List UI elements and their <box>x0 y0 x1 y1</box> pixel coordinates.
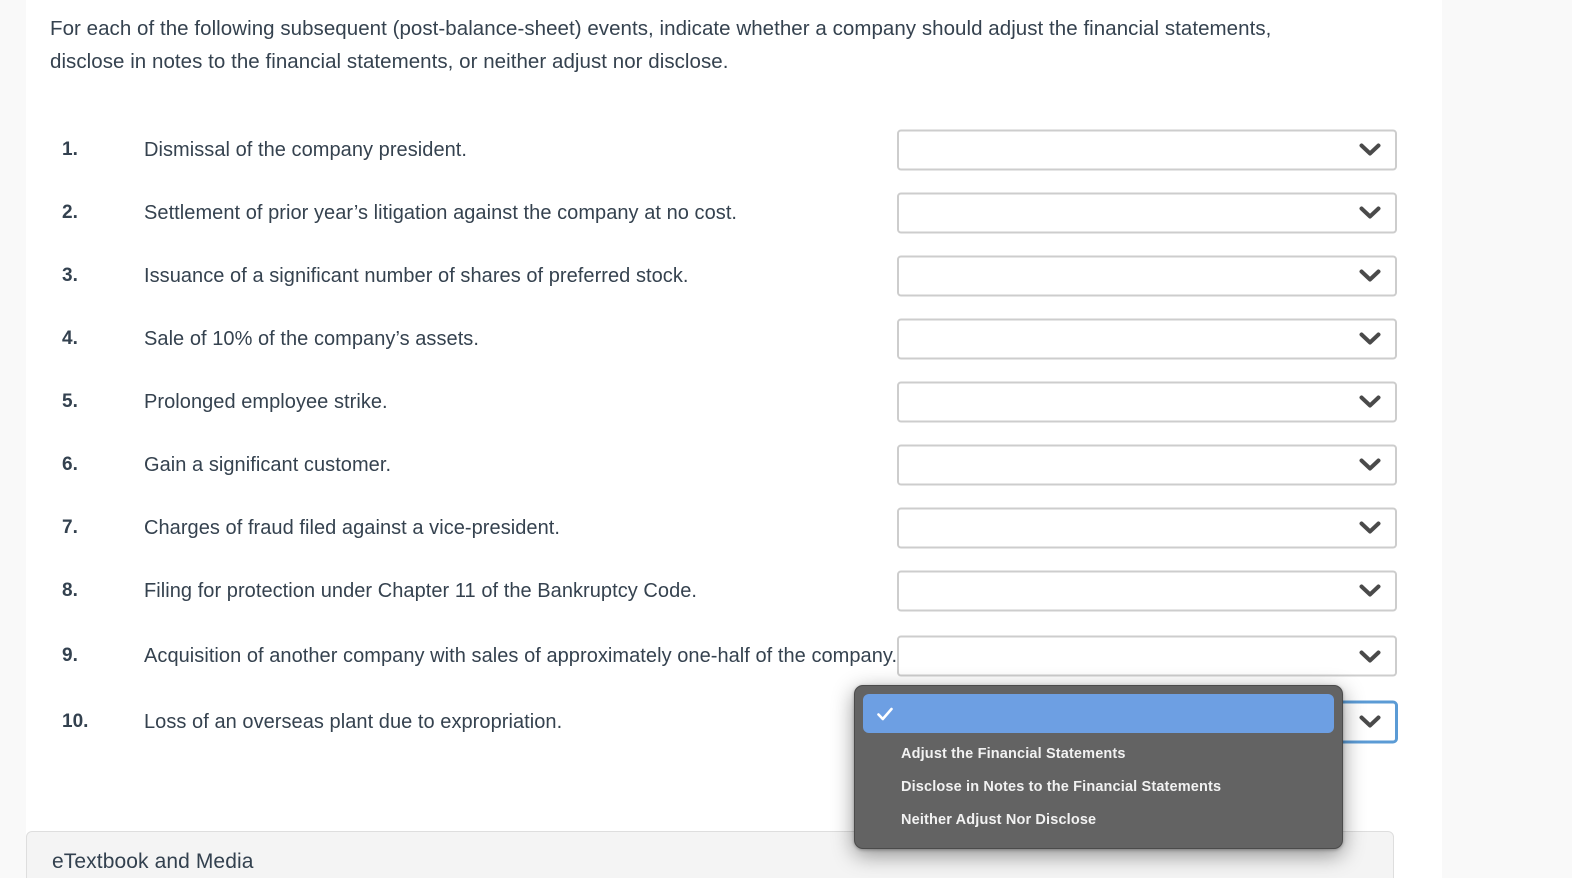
question-number: 2. <box>62 201 78 223</box>
question-text: Acquisition of another company with sale… <box>144 645 898 667</box>
checkmark-icon <box>875 704 895 724</box>
answer-select-5[interactable] <box>897 381 1397 422</box>
question-number: 8. <box>62 579 78 601</box>
chevron-down-icon <box>1359 458 1381 472</box>
instructions-paragraph: For each of the following subsequent (po… <box>50 17 1272 73</box>
answer-dropdown-menu[interactable]: Adjust the Financial Statements Disclose… <box>854 685 1343 849</box>
chevron-down-icon <box>1359 206 1381 220</box>
question-row: 3. Issuance of a significant number of s… <box>26 244 1442 307</box>
answer-select-8[interactable] <box>897 570 1397 611</box>
question-row: 7. Charges of fraud filed against a vice… <box>26 496 1442 559</box>
chevron-down-icon <box>1359 521 1381 535</box>
answer-select-7[interactable] <box>897 507 1397 548</box>
question-list: 1. Dismissal of the company president. 2… <box>26 118 1442 753</box>
answer-select-9[interactable] <box>897 635 1397 677</box>
question-text: Prolonged employee strike. <box>144 390 388 413</box>
answer-select-3[interactable] <box>897 255 1397 296</box>
chevron-down-icon <box>1359 269 1381 283</box>
question-text: Gain a significant customer. <box>144 453 392 476</box>
question-number: 6. <box>62 453 78 475</box>
question-row: 6. Gain a significant customer. <box>26 433 1442 496</box>
dropdown-option-disclose[interactable]: Disclose in Notes to the Financial State… <box>855 772 1342 803</box>
question-text: Loss of an overseas plant due to expropr… <box>144 710 563 733</box>
chevron-down-icon <box>1359 649 1381 663</box>
question-row: 9. Acquisition of another company with s… <box>26 622 1442 690</box>
question-text: Filing for protection under Chapter 11 o… <box>144 579 698 602</box>
question-text: Sale of 10% of the company’s assets. <box>144 327 479 350</box>
dropdown-option-neither[interactable]: Neither Adjust Nor Disclose <box>855 805 1342 836</box>
answer-select-1[interactable] <box>897 129 1397 170</box>
question-row: 5. Prolonged employee strike. <box>26 370 1442 433</box>
question-row: 1. Dismissal of the company president. <box>26 118 1442 181</box>
question-number: 5. <box>62 390 78 412</box>
dropdown-option-label: Disclose in Notes to the Financial State… <box>901 779 1222 795</box>
question-text: Settlement of prior year’s litigation ag… <box>144 201 738 224</box>
question-row: 4. Sale of 10% of the company’s assets. <box>26 307 1442 370</box>
dropdown-option-adjust[interactable]: Adjust the Financial Statements <box>855 739 1342 770</box>
question-row: 2. Settlement of prior year’s litigation… <box>26 181 1442 244</box>
question-row: 8. Filing for protection under Chapter 1… <box>26 559 1442 622</box>
chevron-down-icon <box>1359 584 1381 598</box>
chevron-down-icon <box>1359 715 1381 729</box>
dropdown-option-label: Neither Adjust Nor Disclose <box>901 812 1097 828</box>
answer-select-6[interactable] <box>897 444 1397 485</box>
question-number: 1. <box>62 138 78 160</box>
chevron-down-icon <box>1359 395 1381 409</box>
question-number: 7. <box>62 516 78 538</box>
question-number: 3. <box>62 264 78 286</box>
question-number: 9. <box>62 645 78 666</box>
page-root: For each of the following subsequent (po… <box>0 0 1572 878</box>
chevron-down-icon <box>1359 332 1381 346</box>
dropdown-option-label: Adjust the Financial Statements <box>901 746 1126 762</box>
answer-select-2[interactable] <box>897 192 1397 233</box>
question-number: 4. <box>62 327 78 349</box>
question-text: Dismissal of the company president. <box>144 138 467 161</box>
question-number: 10. <box>62 710 89 732</box>
question-text: Charges of fraud filed against a vice-pr… <box>144 516 560 539</box>
dropdown-option-blank[interactable] <box>863 694 1334 733</box>
chevron-down-icon <box>1359 143 1381 157</box>
question-text: Issuance of a significant number of shar… <box>144 264 689 287</box>
etextbook-and-media-label: eTextbook and Media <box>52 850 254 873</box>
answer-select-4[interactable] <box>897 318 1397 359</box>
